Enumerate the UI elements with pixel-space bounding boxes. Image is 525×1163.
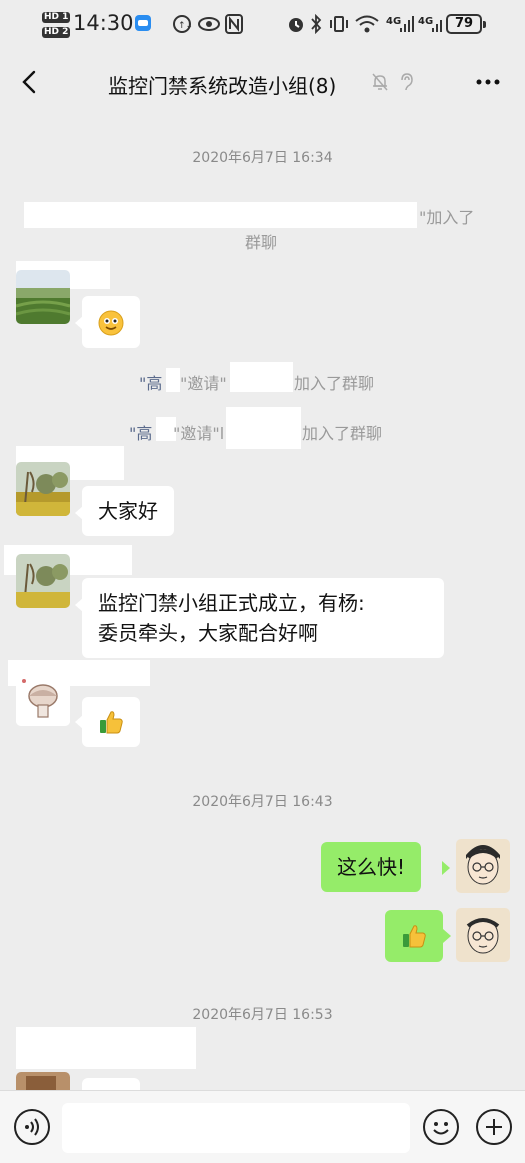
redacted-sender-name (16, 1027, 196, 1069)
system-message: "加入了 (419, 208, 475, 227)
svg-text:↑↓: ↑↓ (178, 21, 192, 31)
system-invite-text: "邀请"l (173, 424, 225, 443)
thumbs-up-icon (401, 923, 427, 957)
alarm-icon (286, 14, 306, 34)
avatar[interactable] (16, 1072, 70, 1090)
plus-icon[interactable] (476, 1109, 512, 1145)
more-icon[interactable] (470, 70, 506, 94)
message-line: 监控门禁小组正式成立，有杨: (98, 591, 365, 615)
eye-icon (197, 14, 221, 34)
hd2-badge: HD 2 (42, 27, 71, 38)
input-bar (0, 1090, 525, 1163)
own-avatar[interactable] (456, 908, 510, 962)
message-bubble[interactable]: 监控门禁小组正式成立，有杨: 委员牵头，大家配合好啊 (82, 578, 444, 658)
status-bar: HD 1 HD 2 14:30 ↑↓ 4G 4G 79 (0, 0, 525, 50)
message-bubble[interactable]: 大家好 (82, 486, 174, 536)
avatar[interactable] (16, 270, 70, 324)
signal-2-label: 4G (418, 16, 434, 27)
smile-emoji-icon (97, 309, 125, 345)
system-message: 群聊 (245, 233, 278, 252)
chat-title: 监控门禁系统改造小组(8) (108, 74, 337, 98)
timestamp: 2020年6月7日 16:34 (192, 150, 333, 166)
back-icon[interactable] (12, 62, 48, 102)
avatar[interactable] (16, 554, 70, 608)
own-avatar[interactable] (456, 839, 510, 893)
message-bubble[interactable] (82, 296, 140, 348)
ear-icon (397, 72, 415, 92)
signal-2-icon (432, 14, 444, 34)
hd1-badge: HD 1 (42, 12, 71, 23)
redacted-name (226, 407, 301, 449)
signal-1-label: 4G (386, 16, 402, 27)
thumbs-up-icon (98, 709, 124, 743)
timestamp: 2020年6月7日 16:53 (192, 1007, 333, 1023)
timestamp: 2020年6月7日 16:43 (192, 794, 333, 810)
system-invite-prefix[interactable]: "高 (129, 420, 152, 444)
message-bubble[interactable] (82, 697, 140, 747)
avatar[interactable] (16, 462, 70, 516)
bluetooth-icon (310, 13, 322, 35)
message-line: 委员牵头，大家配合好啊 (98, 621, 318, 645)
redacted-name (230, 362, 293, 392)
chat-header: 监控门禁系统改造小组(8) (0, 50, 525, 116)
redacted-name (24, 202, 417, 228)
emoji-icon[interactable] (423, 1109, 459, 1145)
nfc-icon (225, 14, 243, 34)
mute-icon (371, 72, 389, 92)
voice-icon[interactable] (14, 1109, 50, 1145)
system-invite-text: "邀请" (180, 374, 227, 393)
chat-app-icon (134, 14, 152, 34)
message-bubble[interactable] (82, 1078, 140, 1090)
system-invite-suffix: 加入了群聊 (294, 374, 375, 393)
system-invite-prefix[interactable]: "高 (139, 370, 162, 394)
signal-1-icon (400, 14, 414, 34)
vibrate-icon (329, 14, 349, 34)
avatar[interactable] (16, 672, 70, 726)
battery-indicator: 79 (446, 14, 486, 34)
wifi-icon (354, 14, 380, 34)
system-invite-suffix: 加入了群聊 (302, 424, 383, 443)
status-time: 14:30 (73, 11, 134, 35)
message-input[interactable] (62, 1103, 410, 1153)
own-message-bubble[interactable] (385, 910, 443, 962)
data-saver-icon: ↑↓ (172, 14, 193, 34)
own-message-bubble[interactable]: 这么快! (321, 842, 422, 892)
redacted-name (166, 368, 180, 392)
